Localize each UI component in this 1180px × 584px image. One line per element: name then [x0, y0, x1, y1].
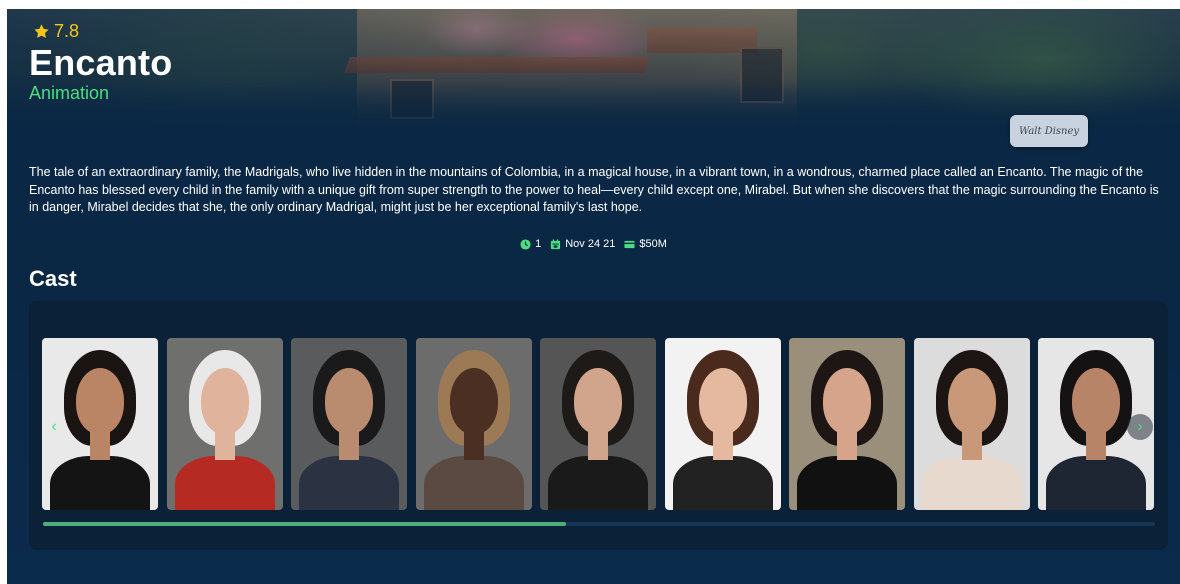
rating-value: 7.8	[54, 21, 80, 41]
release-date-value: Nov 24 21	[565, 238, 616, 250]
cast-portrait-body	[50, 456, 150, 510]
clock-icon	[520, 238, 531, 250]
cast-portrait-body	[548, 456, 648, 510]
cast-portrait-face	[201, 368, 249, 434]
money-icon	[624, 240, 635, 248]
rating-badge: 7.8	[33, 21, 79, 42]
cast-card[interactable]	[291, 338, 407, 510]
carousel-scrollbar-thumb[interactable]	[43, 522, 566, 526]
movie-genre: Animation	[29, 83, 110, 103]
cast-portrait-neck	[339, 430, 359, 460]
cast-portrait-body	[424, 456, 524, 510]
cast-portrait-body	[922, 456, 1022, 510]
carousel-scrollbar[interactable]	[43, 522, 1155, 526]
cast-card[interactable]	[914, 338, 1030, 510]
cast-portrait-face	[450, 368, 498, 434]
movie-title: Encanto	[29, 42, 173, 83]
cast-portrait-body	[299, 456, 399, 510]
cast-portrait-face	[76, 368, 124, 434]
budget-item: $50M	[624, 238, 667, 250]
budget-value: $50M	[639, 238, 667, 250]
movie-overview: The tale of an extraordinary family, the…	[29, 165, 1159, 214]
studio-logo: Walt Disney	[1010, 115, 1088, 147]
cast-portrait-neck	[215, 430, 235, 460]
backdrop-overlay	[7, 9, 1180, 128]
cast-card[interactable]	[789, 338, 905, 510]
cast-portrait-body	[673, 456, 773, 510]
cast-portrait-neck	[1086, 430, 1106, 460]
studio-logo-text: Walt Disney	[1018, 125, 1080, 137]
cast-track	[42, 338, 1162, 510]
cast-card[interactable]	[416, 338, 532, 510]
cast-portrait-face	[325, 368, 373, 434]
cast-portrait-face	[948, 368, 996, 434]
cast-portrait-neck	[837, 430, 857, 460]
cast-portrait-body	[1046, 456, 1146, 510]
runtime-item: 1	[520, 238, 541, 250]
cast-portrait-face	[574, 368, 622, 434]
cast-portrait-body	[797, 456, 897, 510]
movie-detail-page: 7.8 Encanto Animation Walt Disney The ta…	[7, 9, 1180, 584]
cast-portrait-face	[823, 368, 871, 434]
chevron-left-icon[interactable]: ‹	[43, 410, 65, 444]
release-date-item: Nov 24 21	[550, 238, 615, 250]
cast-portrait-neck	[90, 430, 110, 460]
cast-portrait-face	[1072, 368, 1120, 434]
cast-carousel: ‹ ›	[29, 301, 1168, 550]
cast-portrait-body	[175, 456, 275, 510]
hero-backdrop: 7.8 Encanto Animation	[7, 9, 1180, 128]
cast-card[interactable]	[665, 338, 781, 510]
cast-portrait-neck	[713, 430, 733, 460]
movie-meta: 1 Nov 24 21 $50M	[7, 238, 1180, 250]
star-icon	[34, 24, 49, 38]
cast-heading: Cast	[29, 266, 77, 291]
cast-portrait-neck	[464, 430, 484, 460]
cast-portrait-neck	[962, 430, 982, 460]
cast-card[interactable]	[167, 338, 283, 510]
cast-portrait-face	[699, 368, 747, 434]
cast-portrait-neck	[588, 430, 608, 460]
calendar-icon	[551, 238, 561, 249]
cast-card[interactable]	[540, 338, 656, 510]
runtime-value: 1	[535, 238, 542, 250]
chevron-right-icon[interactable]: ›	[1127, 414, 1153, 440]
